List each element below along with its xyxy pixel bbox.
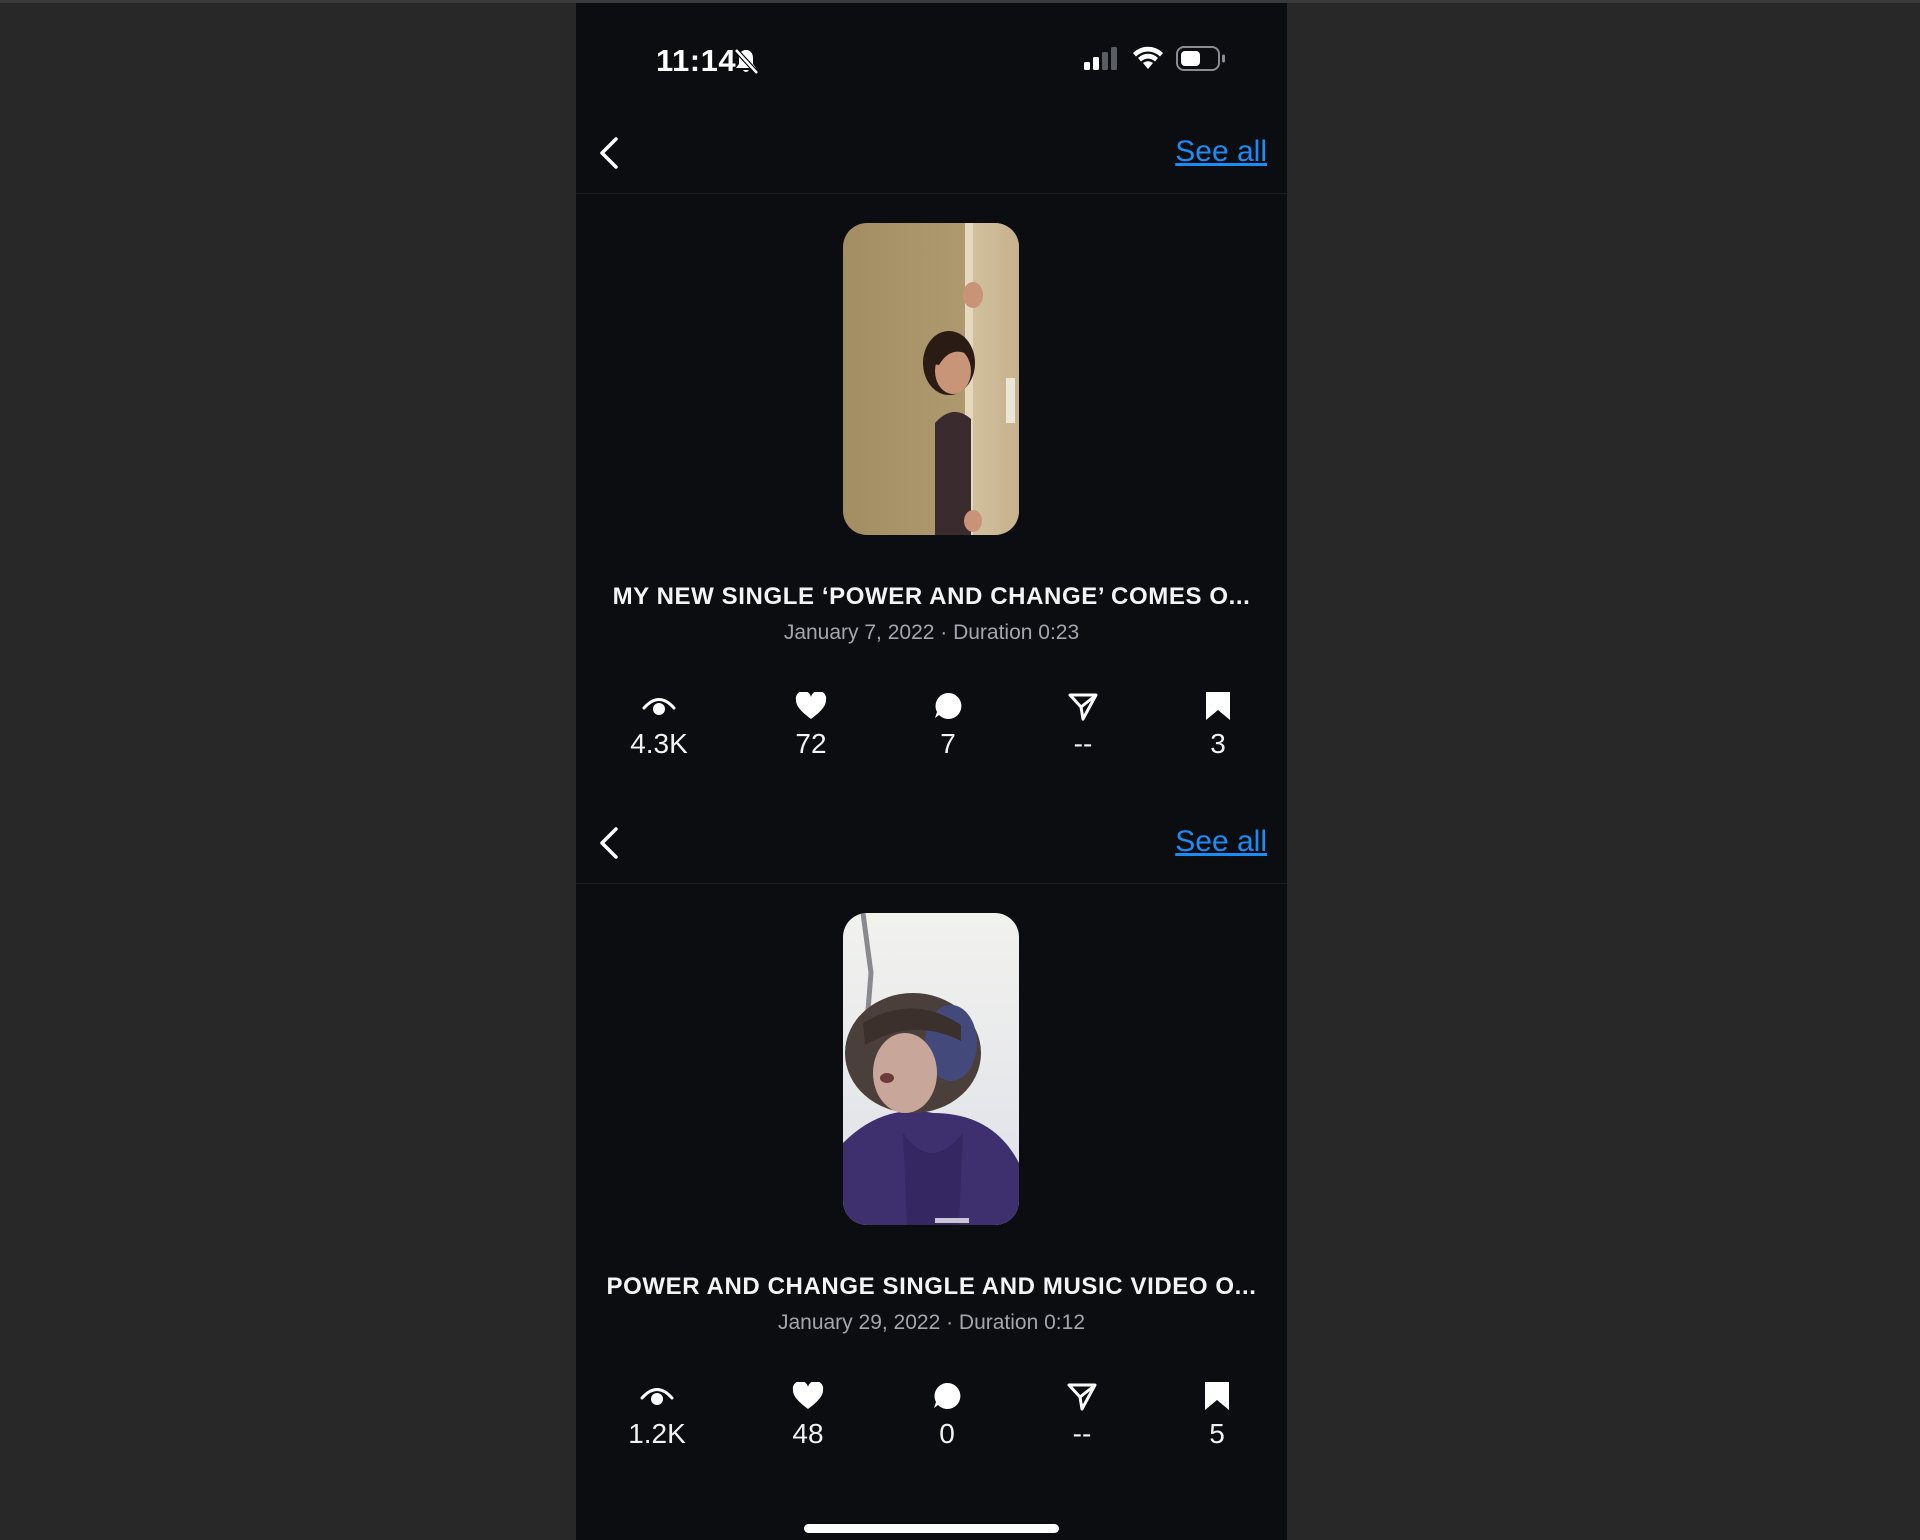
heart-icon: [751, 688, 871, 724]
share-icon: [1023, 688, 1143, 724]
back-icon[interactable]: [588, 821, 632, 865]
stat-comments: 0: [887, 1378, 1007, 1450]
likes-count: 48: [792, 1418, 824, 1449]
stat-views: 4.3K: [599, 688, 719, 760]
stat-comments: 7: [888, 688, 1008, 760]
wifi-icon: [1132, 45, 1164, 76]
battery-icon: [1176, 46, 1226, 77]
post-stats: 1.2K 48 0 -- 5: [576, 1378, 1287, 1468]
stat-saves: 3: [1158, 688, 1278, 760]
post-title: POWER AND CHANGE SINGLE AND MUSIC VIDEO …: [606, 1273, 1257, 1300]
eye-icon: [599, 688, 719, 724]
stat-likes: 48: [748, 1378, 868, 1450]
see-all-link[interactable]: See all: [1175, 135, 1267, 169]
share-icon: [1022, 1378, 1142, 1414]
saves-count: 5: [1209, 1418, 1225, 1449]
shares-count: --: [1073, 728, 1093, 759]
post-meta: January 29, 2022 · Duration 0:12: [777, 1311, 1086, 1334]
bell-slash-icon: [733, 47, 759, 80]
saves-count: 3: [1210, 728, 1226, 759]
stat-shares: --: [1022, 1378, 1142, 1450]
comments-count: 0: [939, 1418, 955, 1449]
eye-icon: [597, 1378, 717, 1414]
likes-count: 72: [795, 728, 827, 759]
heart-icon: [748, 1378, 868, 1414]
views-count: 4.3K: [630, 728, 688, 759]
stat-likes: 72: [751, 688, 871, 760]
views-count: 1.2K: [628, 1418, 686, 1449]
signal-icon: [1084, 47, 1120, 76]
status-time: 11:14: [656, 43, 737, 78]
bookmark-icon: [1157, 1378, 1277, 1414]
see-all-link[interactable]: See all: [1175, 825, 1267, 859]
post-meta: January 7, 2022 · Duration 0:23: [783, 621, 1080, 644]
post-stats: 4.3K 72 7 -- 3: [576, 688, 1287, 778]
post-section-1: See all MY NEW SINGLE ‘POWER AND CHANGE’…: [576, 113, 1287, 803]
comments-count: 7: [940, 728, 956, 759]
post-title: MY NEW SINGLE ‘POWER AND CHANGE’ COMES O…: [612, 583, 1251, 610]
bookmark-icon: [1158, 688, 1278, 724]
status-bar: 11:14: [576, 3, 1287, 113]
post-section-2: See all POWER AND CHANGE SINGLE AND MUSI…: [576, 803, 1287, 1493]
home-indicator[interactable]: [804, 1524, 1059, 1533]
stat-views: 1.2K: [597, 1378, 717, 1450]
stat-saves: 5: [1157, 1378, 1277, 1450]
video-thumbnail[interactable]: [843, 223, 1019, 535]
post-nav-bar: See all: [576, 113, 1287, 194]
stat-shares: --: [1023, 688, 1143, 760]
phone-screen: 11:14 See all MY NEW SINGLE ‘POWER AND C…: [576, 3, 1287, 1540]
post-nav-bar: See all: [576, 803, 1287, 884]
shares-count: --: [1072, 1418, 1092, 1449]
comment-icon: [887, 1378, 1007, 1414]
back-icon[interactable]: [588, 131, 632, 175]
comment-icon: [888, 688, 1008, 724]
video-thumbnail[interactable]: [843, 913, 1019, 1225]
